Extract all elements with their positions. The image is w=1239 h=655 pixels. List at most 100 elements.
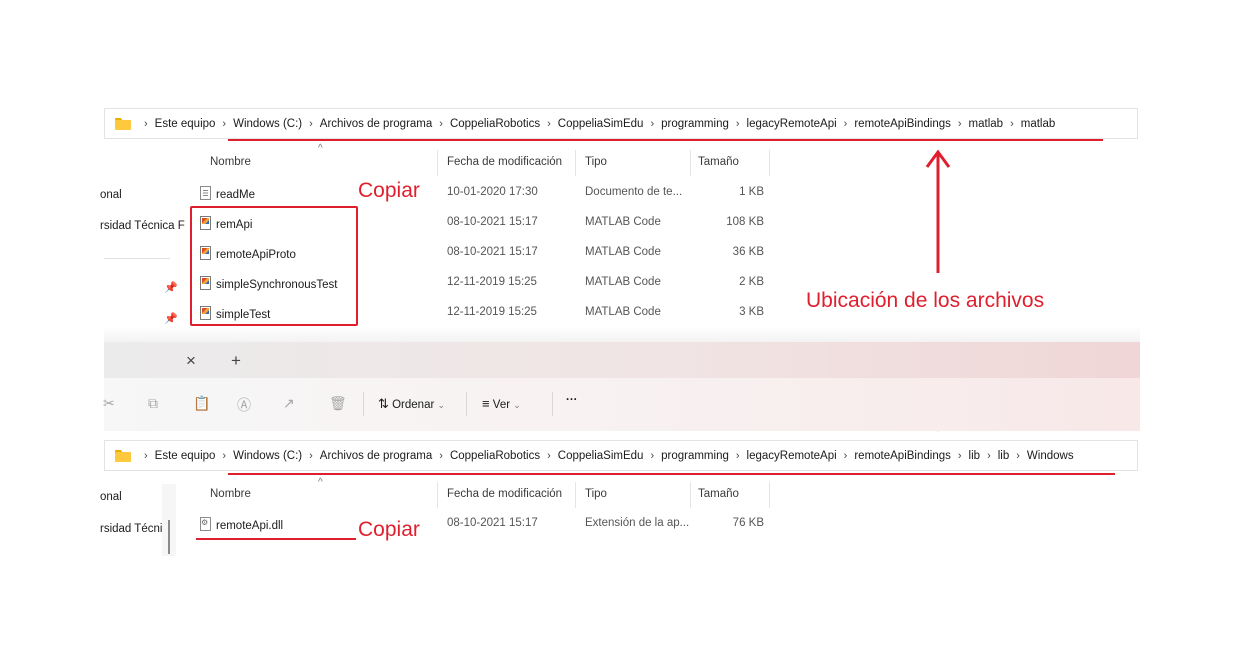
file-date: 10-01-2020 17:30 [447, 186, 538, 198]
folder-icon [115, 449, 131, 462]
column-divider[interactable] [575, 150, 576, 176]
sidebar-item[interactable]: onal [100, 189, 122, 201]
chevron-right-icon: › [650, 449, 655, 462]
chevron-right-icon: › [547, 117, 551, 130]
sidebar-item[interactable]: rsidad Técnic [100, 523, 168, 535]
column-divider[interactable] [690, 482, 691, 508]
rename-icon[interactable]: Ⓐ [237, 395, 251, 415]
chevron-right-icon: › [222, 117, 227, 130]
file-size: 1 KB [739, 186, 764, 198]
file-date: 08-10-2021 15:17 [447, 246, 538, 258]
file-type: MATLAB Code [585, 276, 661, 288]
breadcrumb-item[interactable]: lib [969, 450, 981, 462]
breadcrumb-item[interactable]: lib [998, 450, 1010, 462]
window-separator [104, 326, 1140, 342]
breadcrumb-item[interactable]: Este equipo [155, 450, 216, 462]
sort-arrow-icon: ^ [318, 477, 323, 488]
column-divider[interactable] [769, 150, 770, 176]
chevron-right-icon: › [650, 117, 655, 130]
breadcrumb-item[interactable]: programming [661, 450, 729, 462]
breadcrumb-item[interactable]: Archivos de programa [320, 118, 433, 130]
pin-icon: 📌 [164, 313, 178, 325]
chevron-right-icon: › [957, 449, 962, 462]
breadcrumb-item[interactable]: remoteApiBindings [854, 450, 951, 462]
chevron-right-icon: › [144, 117, 148, 130]
breadcrumb-item[interactable]: legacyRemoteApi [747, 118, 837, 130]
location-annotation: Ubicación de los archivos [806, 289, 1045, 312]
sort-label: Ordenar [392, 399, 435, 411]
new-tab-icon[interactable]: + [231, 351, 241, 371]
column-header-date[interactable]: Fecha de modificación [447, 488, 562, 500]
file-type: Documento de te... [585, 186, 683, 198]
delete-icon[interactable]: 🗑 [329, 395, 347, 412]
breadcrumb-item[interactable]: CoppeliaSimEdu [558, 450, 644, 462]
pin-icon: 📌 [164, 282, 178, 294]
file-size: 36 KB [732, 246, 764, 258]
dll-file-icon [200, 517, 211, 531]
toolbar-divider [466, 392, 467, 416]
column-header-name[interactable]: Nombre [210, 488, 251, 500]
folder-icon [115, 117, 131, 130]
sidebar-scrollbar-thumb[interactable] [168, 520, 170, 554]
close-tab-icon[interactable]: × [186, 351, 196, 371]
column-header-type[interactable]: Tipo [585, 156, 607, 168]
path-underline-bottom [228, 473, 1115, 475]
toolbar-divider [552, 392, 553, 416]
breadcrumb-item[interactable]: Archivos de programa [320, 450, 433, 462]
breadcrumb-item[interactable]: Windows (C:) [233, 450, 302, 462]
copy-icon[interactable]: ⧉ [148, 395, 158, 412]
copy-highlight-box [190, 206, 358, 326]
chevron-right-icon: › [144, 449, 148, 462]
breadcrumb-item[interactable]: Windows (C:) [233, 118, 302, 130]
more-options-button[interactable]: ··· [566, 394, 578, 406]
column-divider[interactable] [437, 150, 438, 176]
file-name: readMe [216, 189, 255, 201]
breadcrumb-item[interactable]: CoppeliaRobotics [450, 450, 540, 462]
column-header-size[interactable]: Tamaño [698, 488, 739, 500]
cut-icon[interactable]: ✂ [103, 395, 115, 412]
column-divider[interactable] [575, 482, 576, 508]
breadcrumb-item[interactable]: programming [661, 118, 729, 130]
breadcrumb-item[interactable]: matlab [969, 118, 1004, 130]
column-divider[interactable] [769, 482, 770, 508]
sidebar-item[interactable]: rsidad Técnica F [100, 220, 185, 232]
breadcrumb-item[interactable]: Windows [1027, 450, 1074, 462]
breadcrumb-item[interactable]: remoteApiBindings [854, 118, 951, 130]
share-icon[interactable]: ↗ [283, 395, 295, 412]
toolbar-divider [363, 392, 364, 416]
column-header-size[interactable]: Tamaño [698, 156, 739, 168]
column-header-name[interactable]: Nombre [210, 156, 251, 168]
copy-annotation-top: Copiar [358, 179, 420, 202]
paste-icon[interactable]: 📋 [193, 395, 210, 412]
breadcrumb-item[interactable]: legacyRemoteApi [747, 450, 837, 462]
column-header-type[interactable]: Tipo [585, 488, 607, 500]
file-date: 08-10-2021 15:17 [447, 216, 538, 228]
chevron-right-icon: › [547, 449, 551, 462]
chevron-down-icon: ⌄ [513, 400, 521, 410]
chevron-right-icon: › [309, 449, 313, 462]
breadcrumb-item[interactable]: matlab [1021, 118, 1056, 130]
breadcrumb-item[interactable]: CoppeliaSimEdu [558, 118, 644, 130]
sort-arrow-icon: ^ [318, 143, 323, 154]
copy-annotation-bottom: Copiar [358, 518, 420, 541]
file-row[interactable]: remoteApi.dll 08-10-2021 15:17 Extensión… [195, 511, 775, 539]
breadcrumb-item[interactable]: Este equipo [155, 118, 216, 130]
address-bar-top[interactable]: › Este equipo › Windows (C:) › Archivos de… [104, 108, 1138, 139]
chevron-right-icon: › [735, 117, 740, 130]
breadcrumb-item[interactable]: CoppeliaRobotics [450, 118, 540, 130]
sidebar-item[interactable]: onal [100, 491, 122, 503]
file-size: 76 KB [732, 517, 764, 529]
column-header-date[interactable]: Fecha de modificación [447, 156, 562, 168]
chevron-right-icon: › [987, 449, 991, 462]
column-divider[interactable] [437, 482, 438, 508]
column-divider[interactable] [690, 150, 691, 176]
address-bar-bottom[interactable]: › Este equipo › Windows (C:) › Archivos de… [104, 440, 1138, 471]
chevron-right-icon: › [439, 117, 443, 130]
sort-icon: ⇅ [378, 396, 389, 411]
file-type: Extensión de la ap... [585, 517, 690, 529]
view-button[interactable]: ≡ Ver ⌄ [482, 396, 521, 411]
sort-button[interactable]: ⇅ Ordenar ⌄ [378, 396, 445, 412]
chevron-right-icon: › [843, 117, 848, 130]
file-row[interactable]: readMe 10-01-2020 17:30 Documento de te.… [195, 180, 775, 208]
tab-bar [104, 342, 1140, 378]
